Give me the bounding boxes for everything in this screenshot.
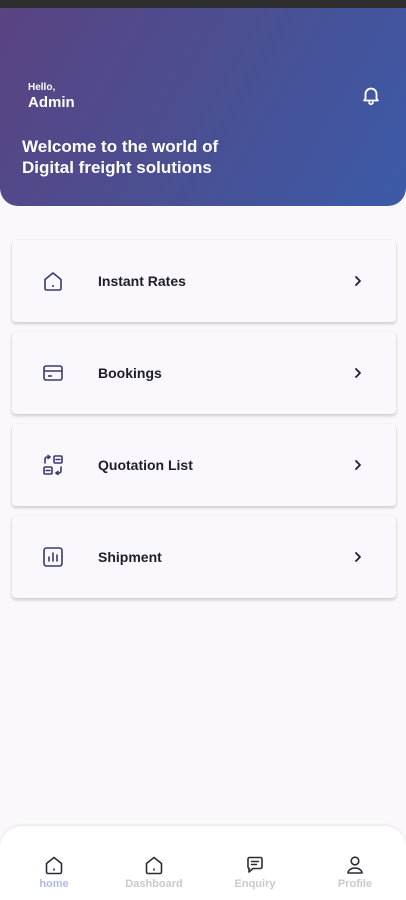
chevron-right-icon (355, 276, 361, 286)
nav-item-dashboard[interactable]: Dashboard (104, 826, 204, 900)
nav-item-profile[interactable]: Profile (305, 826, 405, 900)
menu-item-label: Shipment (98, 549, 162, 565)
welcome-line-2: Digital freight solutions (22, 158, 212, 177)
status-bar (0, 0, 406, 8)
quotation-icon (43, 454, 63, 476)
nav-label-dashboard: Dashboard (125, 878, 183, 890)
menu-item-quotation-list[interactable]: Quotation List (12, 424, 396, 506)
nav-label-home: home (39, 878, 69, 890)
welcome-message: Welcome to the world of Digital freight … (22, 136, 282, 178)
nav-label-enquiry: Enquiry (234, 878, 276, 890)
bell-icon[interactable] (360, 84, 382, 106)
menu-item-label: Quotation List (98, 457, 193, 473)
welcome-line-1: Welcome to the world of (22, 137, 219, 156)
greeting-hello: Hello, (28, 82, 56, 93)
nav-item-enquiry[interactable]: Enquiry (205, 826, 305, 900)
chevron-right-icon (355, 368, 361, 378)
chart-icon (43, 547, 63, 567)
menu-item-bookings[interactable]: Bookings (12, 332, 396, 414)
menu-item-instant-rates[interactable]: Instant Rates (12, 240, 396, 322)
greeting-user-name: Admin (28, 94, 75, 111)
chevron-right-icon (355, 460, 361, 470)
main-menu: Instant Rates Bookings Quotation List Sh… (12, 240, 396, 608)
home-icon (44, 272, 62, 291)
menu-item-shipment[interactable]: Shipment (12, 516, 396, 598)
menu-item-label: Bookings (98, 365, 162, 381)
bottom-navigation: home Dashboard Enquiry Profile (0, 826, 406, 900)
home-icon (45, 856, 63, 875)
menu-item-label: Instant Rates (98, 273, 186, 289)
chat-icon (247, 856, 263, 873)
nav-item-home[interactable]: home (4, 826, 104, 900)
chevron-right-icon (355, 552, 361, 562)
user-icon (347, 856, 363, 874)
card-icon (43, 365, 63, 381)
nav-label-profile: Profile (337, 878, 373, 890)
welcome-header: Hello, Admin Welcome to the world of Dig… (0, 8, 406, 206)
dashboard-icon (145, 856, 163, 875)
